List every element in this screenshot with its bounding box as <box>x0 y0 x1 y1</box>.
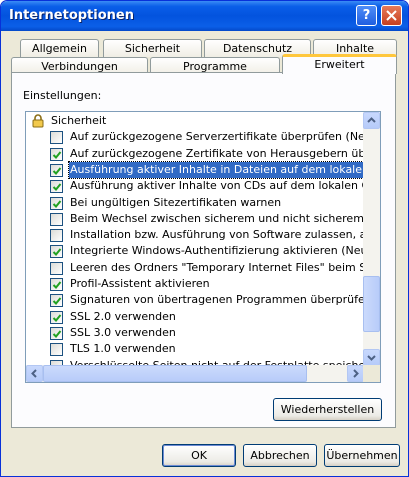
list-item[interactable]: Beim Wechsel zwischen sicherem und nicht… <box>26 211 380 227</box>
list-item[interactable]: Leeren des Ordners "Temporary Internet F… <box>26 260 380 276</box>
chevron-right-icon <box>353 369 359 378</box>
list-item-label: Auf zurückgezogene Serverzertifikate übe… <box>70 130 380 144</box>
list-item-label: Signaturen von übertragenen Programmen ü… <box>70 293 372 307</box>
checkmark-icon <box>52 281 62 289</box>
list-item-label: Beim Wechsel zwischen sicherem und nicht… <box>70 211 380 225</box>
list-item-label: TLS 1.0 verwenden <box>70 342 176 356</box>
scroll-down-button[interactable] <box>363 349 380 366</box>
list-item-label: Bei ungültigen Sitezertifikaten warnen <box>70 195 282 209</box>
horizontal-scroll-thumb[interactable] <box>43 365 307 382</box>
checkbox[interactable] <box>50 294 63 308</box>
checkmark-icon <box>52 150 62 159</box>
list-item-label: Ausführung aktiver Inhalte von CDs auf d… <box>70 179 380 193</box>
checkmark-icon <box>52 248 62 257</box>
list-item[interactable]: SSL 3.0 verwenden <box>26 325 364 341</box>
checkbox[interactable] <box>50 131 63 145</box>
checkmark-icon <box>52 183 62 192</box>
checkbox[interactable] <box>50 278 63 291</box>
cancel-button[interactable]: Abbrechen <box>243 444 317 467</box>
tab-label: Allgemein <box>32 42 87 55</box>
list-item-label: Profil-Assistent aktivieren <box>70 277 210 290</box>
checkmark-icon <box>52 330 62 338</box>
list-group-label: Sicherheit <box>51 114 107 127</box>
dialog-window: Internetoptionen ? Allgemein Sicherheit … <box>0 0 409 477</box>
list-item-label: SSL 3.0 verwenden <box>70 325 176 339</box>
checkbox[interactable] <box>50 229 63 243</box>
list-item-label: Integrierte Windows-Authentifizierung ak… <box>70 244 380 258</box>
scroll-left-button[interactable] <box>26 365 43 382</box>
chevron-down-icon <box>367 355 376 361</box>
tab-sicherheit[interactable]: Sicherheit <box>103 39 202 57</box>
list-item-label: SSL 2.0 verwenden <box>70 309 176 323</box>
window-title: Internetoptionen <box>9 8 134 23</box>
tab-label: Sicherheit <box>124 42 181 55</box>
checkbox[interactable] <box>50 245 63 259</box>
title-bar[interactable]: Internetoptionen ? <box>1 1 408 31</box>
checkbox[interactable] <box>50 212 63 226</box>
list-item[interactable]: Auf zurückgezogene Serverzertifikate übe… <box>26 129 380 145</box>
checkbox[interactable] <box>50 163 63 177</box>
settings-list[interactable]: Sicherheit Auf zurückgezogene Serverzerti… <box>25 111 381 383</box>
checkbox[interactable] <box>50 147 63 161</box>
list-item[interactable]: Bei ungültigen Sitezertifikaten warnen <box>26 195 364 211</box>
list-item[interactable]: Ausführung aktiver Inhalte in Dateien au… <box>26 160 380 179</box>
ok-button[interactable]: OK <box>162 444 236 467</box>
help-button[interactable]: ? <box>356 5 377 26</box>
scroll-up-button[interactable] <box>363 112 380 129</box>
list-item[interactable]: Signaturen von übertragenen Programmen ü… <box>26 292 372 308</box>
close-button[interactable] <box>381 5 402 26</box>
close-icon <box>386 10 397 21</box>
scroll-corner <box>363 365 380 382</box>
tab-label: Erweitert <box>314 58 365 71</box>
checkbox[interactable] <box>50 310 63 324</box>
help-icon: ? <box>362 8 371 23</box>
list-item-label: Ausführung aktiver Inhalte in Dateien au… <box>68 160 380 179</box>
checkbox[interactable] <box>50 326 63 340</box>
apply-button[interactable]: Übernehmen <box>324 444 400 467</box>
settings-label: Einstellungen: <box>23 89 102 102</box>
chevron-left-icon <box>31 369 37 378</box>
checkbox[interactable] <box>50 261 63 275</box>
tab-erweitert[interactable]: Erweitert <box>282 54 397 74</box>
list-item[interactable]: TLS 1.0 verwenden <box>26 341 364 357</box>
list-item-label: Auf zurückgezogene Zertifikate von Herau… <box>70 146 381 160</box>
list-item[interactable]: SSL 2.0 verwenden <box>26 309 364 325</box>
checkbox[interactable] <box>50 343 63 357</box>
horizontal-scrollbar[interactable] <box>26 365 364 382</box>
vertical-scroll-thumb[interactable] <box>363 276 380 332</box>
lock-icon <box>32 114 44 128</box>
checkmark-icon <box>52 199 62 208</box>
list-item[interactable]: Ausführung aktiver Inhalte von CDs auf d… <box>26 178 380 194</box>
checkmark-icon <box>52 313 62 322</box>
checkmark-icon <box>52 167 62 175</box>
list-item[interactable]: Integrierte Windows-Authentifizierung ak… <box>26 243 380 259</box>
list-group-header: Sicherheit <box>26 113 364 129</box>
checkmark-icon <box>52 297 62 306</box>
tab-allgemein[interactable]: Allgemein <box>20 39 99 57</box>
checkbox[interactable] <box>50 196 63 210</box>
tab-label: Datenschutz <box>222 42 293 55</box>
list-item-label: Installation bzw. Ausführung von Softwar… <box>70 228 381 242</box>
list-item[interactable]: Auf zurückgezogene Zertifikate von Herau… <box>26 146 380 162</box>
list-item[interactable]: Profil-Assistent aktivieren <box>26 276 364 292</box>
checkbox[interactable] <box>50 180 63 194</box>
scroll-right-button[interactable] <box>347 365 364 382</box>
restore-defaults-button[interactable]: Wiederherstellen <box>273 398 382 421</box>
list-item[interactable]: Installation bzw. Ausführung von Softwar… <box>26 227 380 243</box>
vertical-scrollbar[interactable] <box>363 112 380 366</box>
list-item-label: Leeren des Ordners "Temporary Internet F… <box>70 260 381 274</box>
chevron-up-icon <box>367 117 376 123</box>
